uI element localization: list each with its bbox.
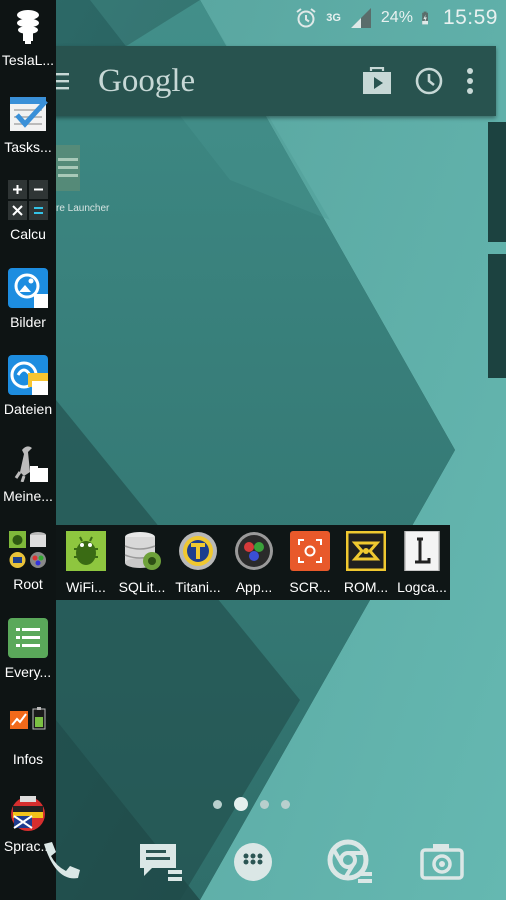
calculator-icon xyxy=(8,180,48,220)
sidebar-item-dateien[interactable]: Dateien xyxy=(0,349,56,436)
root-folder-popup: WiFi... SQLit... Titani... App... SCR...… xyxy=(56,525,450,600)
google-search-bar[interactable]: Google xyxy=(40,46,496,116)
sidebar-item-meine[interactable]: Meine... xyxy=(0,436,56,523)
edge-bar-top xyxy=(488,122,506,242)
folder-app-sqlite[interactable]: SQLit... xyxy=(114,525,170,600)
battery-charging-icon xyxy=(422,11,428,25)
root-folder-icon xyxy=(9,531,46,568)
sidebar-item-teslal[interactable]: TeslaL... xyxy=(0,0,56,87)
folder-app-titanium[interactable]: Titani... xyxy=(170,525,226,600)
sidebar-item-label: Infos xyxy=(12,751,44,767)
dock xyxy=(0,826,506,900)
lightbulb-icon xyxy=(17,10,39,44)
folder-app-wifi[interactable]: WiFi... xyxy=(58,525,114,600)
my-files-icon xyxy=(14,446,48,482)
sidebar-item-label: Dateien xyxy=(3,401,53,417)
battery-percent: 24% xyxy=(380,9,413,26)
page-dot[interactable] xyxy=(281,799,290,809)
sidebar-item-bilder[interactable]: Bilder xyxy=(0,262,56,349)
clock-time: 15:59 xyxy=(442,6,498,29)
camera-icon[interactable] xyxy=(418,838,466,886)
folder-app-label: SQLit... xyxy=(118,579,166,595)
sidebar-item-tasks[interactable]: Tasks... xyxy=(0,87,56,174)
android-bug-icon xyxy=(66,531,106,571)
folder-app-label: WiFi... xyxy=(66,579,106,595)
folder-app-label: SCR... xyxy=(289,579,331,595)
wallpaper xyxy=(0,0,506,900)
sidebar-item-label: Root xyxy=(13,576,43,592)
folder-app-logcat[interactable]: Logca... xyxy=(394,525,450,600)
status-bar: 3G 24% 15:59 xyxy=(0,0,506,36)
folder-app-scr[interactable]: SCR... xyxy=(282,525,338,600)
titanium-backup-icon xyxy=(179,532,217,570)
sidebar-item-label: Bilder xyxy=(10,314,46,330)
sidebar-item-label: Meine... xyxy=(3,488,53,504)
launcher-shortcut-label: re Launcher xyxy=(56,203,110,214)
app-manager-icon xyxy=(235,532,273,570)
sidebar-item-infos[interactable]: Infos xyxy=(0,699,56,786)
page-dot-active[interactable] xyxy=(234,797,248,811)
page-dot[interactable] xyxy=(260,799,269,809)
list-launcher-icon xyxy=(56,145,80,191)
network-type-label: 3G xyxy=(326,12,341,24)
alarm-icon xyxy=(296,8,316,28)
signal-icon xyxy=(350,8,371,28)
messages-icon[interactable] xyxy=(136,838,184,886)
list-launcher-icon xyxy=(8,618,48,658)
device-info-icon xyxy=(10,707,46,730)
screen-recorder-icon xyxy=(290,531,330,571)
folder-app-label: App... xyxy=(235,579,273,595)
file-manager-icon xyxy=(8,355,48,395)
history-clock-icon[interactable] xyxy=(414,66,444,96)
folder-app-rom[interactable]: ROM... xyxy=(338,525,394,600)
folder-app-apps[interactable]: App... xyxy=(226,525,282,600)
play-store-icon[interactable] xyxy=(362,67,392,95)
sidebar-item-root[interactable]: Root xyxy=(0,524,56,611)
logcat-icon xyxy=(404,531,440,571)
rom-manager-icon xyxy=(346,531,386,571)
sidebar-item-every[interactable]: Every... xyxy=(0,612,56,699)
sidebar-item-calcu[interactable]: Calcu xyxy=(0,174,56,261)
google-logo[interactable]: Google xyxy=(98,63,195,100)
chrome-browser-icon[interactable] xyxy=(326,838,374,886)
sidebar-item-label: Calcu xyxy=(10,226,46,242)
sidebar-item-label: Every... xyxy=(4,664,52,680)
launcher-shortcut[interactable]: re Launcher xyxy=(56,145,110,220)
app-sidebar: TeslaL... Tasks... Calcu Bilder Dateien … xyxy=(0,0,56,900)
folder-app-label: Logca... xyxy=(397,579,447,595)
folder-app-label: ROM... xyxy=(343,579,389,595)
edge-bar-bottom xyxy=(488,254,506,378)
more-options-icon[interactable] xyxy=(466,68,474,94)
gallery-icon xyxy=(8,268,48,308)
page-indicator[interactable] xyxy=(213,797,290,811)
sidebar-item-label: TeslaL... xyxy=(1,52,55,68)
phone-icon[interactable] xyxy=(36,838,84,886)
tasks-checklist-icon xyxy=(10,97,48,131)
database-icon xyxy=(124,532,161,570)
page-dot[interactable] xyxy=(213,799,222,809)
app-drawer-icon[interactable] xyxy=(229,838,277,886)
sidebar-item-label: Tasks... xyxy=(4,139,52,155)
folder-app-label: Titani... xyxy=(175,579,221,595)
